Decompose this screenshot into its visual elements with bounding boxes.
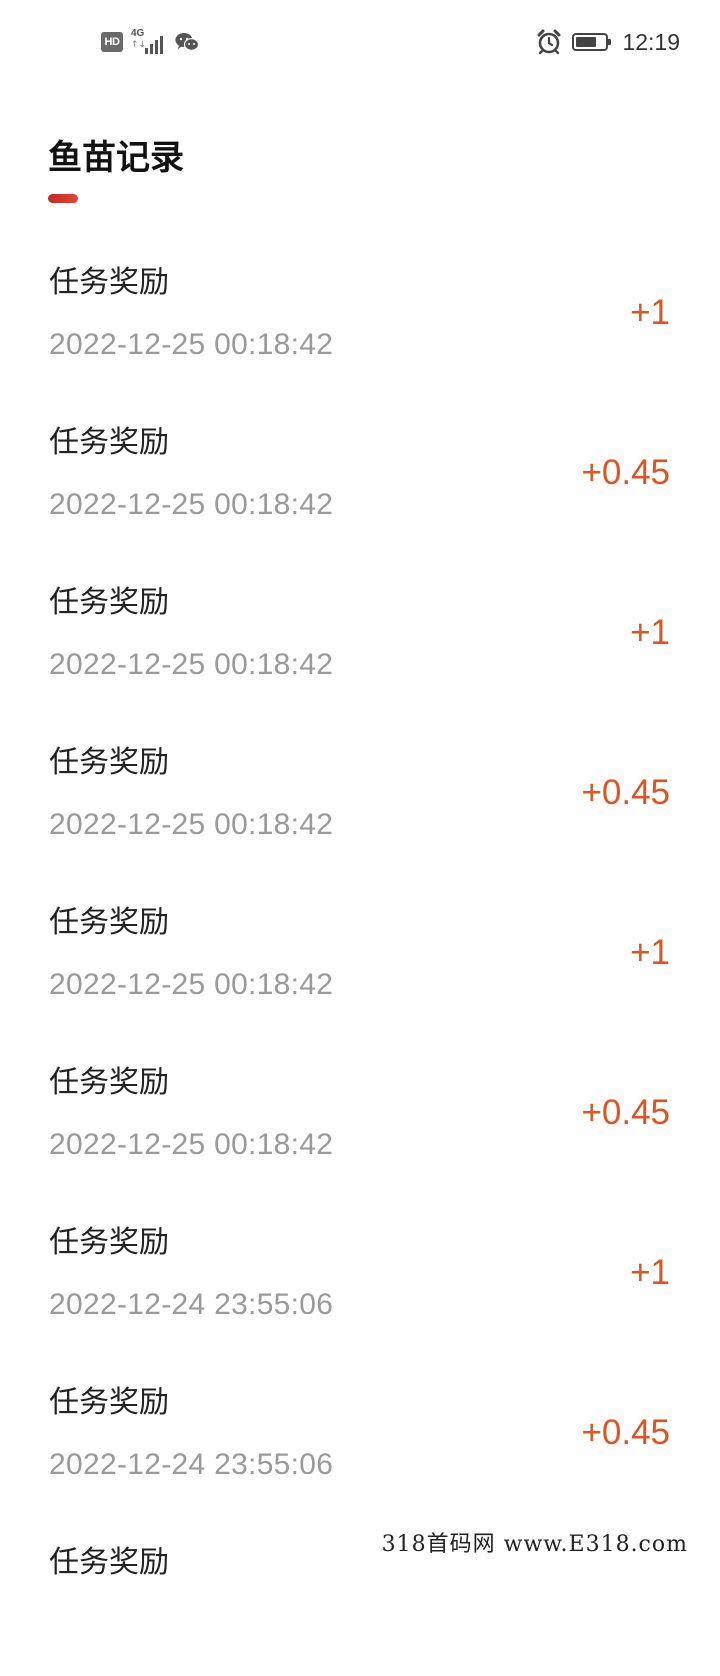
list-item: 任务奖励 2022-12-25 00:18:42 +0.45 xyxy=(0,396,720,556)
record-title: 任务奖励 xyxy=(49,1225,169,1260)
list-item: 任务奖励 2022-12-25 00:18:42 +0.45 xyxy=(0,716,720,876)
record-time: 2022-12-24 23:55:06 xyxy=(49,1288,334,1321)
record-title: 任务奖励 xyxy=(49,1385,169,1420)
record-amount: +0.45 xyxy=(581,1413,670,1452)
status-bar-left: HD 4G ↑↓ xyxy=(101,28,200,55)
record-title: 任务奖励 xyxy=(49,425,169,460)
title-underline xyxy=(48,194,78,203)
battery-level xyxy=(576,37,597,47)
status-bar: HD 4G ↑↓ 12:19 xyxy=(0,0,720,84)
record-title: 任务奖励 xyxy=(49,905,169,940)
watermark: 318首码网 www.E318.com xyxy=(375,1526,694,1558)
record-amount: +1 xyxy=(630,293,670,332)
battery-icon xyxy=(572,33,612,51)
record-amount: +1 xyxy=(630,1253,670,1292)
list-item: 任务奖励 2022-12-25 00:18:42 +1 xyxy=(0,236,720,396)
record-amount: +0.45 xyxy=(581,1093,670,1132)
record-time: 2022-12-25 00:18:42 xyxy=(49,808,334,841)
alarm-icon xyxy=(536,29,562,55)
list-item: 任务奖励 2022-12-25 00:18:42 +1 xyxy=(0,876,720,1036)
list-item: 任务奖励 2022-12-24 23:55:06 +0.45 xyxy=(0,1356,720,1516)
list-item: 任务奖励 2022-12-24 23:55:06 +1 xyxy=(0,1196,720,1356)
wechat-icon xyxy=(175,31,200,53)
record-time: 2022-12-24 23:55:06 xyxy=(49,1448,334,1481)
status-time: 12:19 xyxy=(622,28,680,55)
record-time: 2022-12-25 00:18:42 xyxy=(49,1128,334,1161)
record-amount: +0.45 xyxy=(581,453,670,492)
record-time: 2022-12-25 00:18:42 xyxy=(49,648,334,681)
record-amount: +1 xyxy=(630,933,670,972)
record-title: 任务奖励 xyxy=(49,1065,169,1100)
record-amount: +1 xyxy=(630,613,670,652)
record-title: 任务奖励 xyxy=(49,745,169,780)
record-time: 2022-12-25 00:18:42 xyxy=(49,328,334,361)
page-title: 鱼苗记录 xyxy=(48,138,184,178)
data-arrows-icon: ↑↓ xyxy=(131,40,147,50)
hd-badge: HD xyxy=(101,32,123,52)
record-title: 任务奖励 xyxy=(49,585,169,620)
list-item: 任务奖励 2022-12-25 00:18:42 +1 xyxy=(0,556,720,716)
signal-indicator: 4G ↑↓ xyxy=(131,28,167,54)
record-list[interactable]: 任务奖励 2022-12-25 00:18:42 +1 任务奖励 2022-12-25 … xyxy=(0,236,720,1676)
list-item: 任务奖励 2022-12-25 00:18:42 +0.45 xyxy=(0,1036,720,1196)
record-time: 2022-12-25 00:18:42 xyxy=(49,968,334,1001)
status-bar-right: 12:19 xyxy=(536,27,680,57)
network-type-label: 4G xyxy=(131,28,145,39)
record-time: 2022-12-25 00:18:42 xyxy=(49,488,334,521)
signal-bars-icon xyxy=(145,36,163,54)
record-title: 任务奖励 xyxy=(49,1545,169,1580)
record-amount: +0.45 xyxy=(581,773,670,812)
record-title: 任务奖励 xyxy=(49,265,169,300)
